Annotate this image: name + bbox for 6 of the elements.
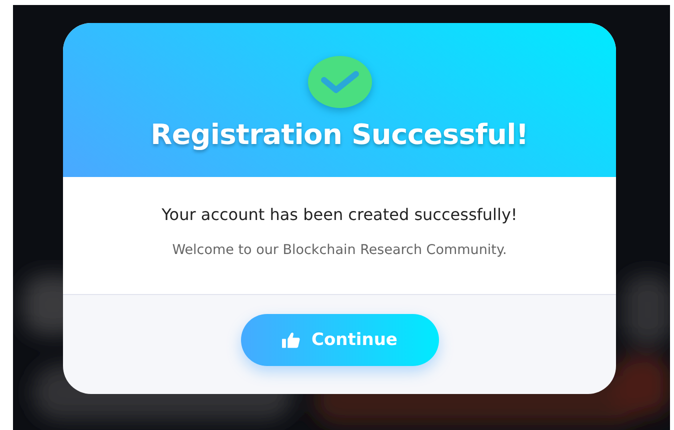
thumbs-up-icon — [282, 332, 300, 348]
success-message: Your account has been created successfully! — [162, 205, 518, 224]
welcome-text: Welcome to our Blockchain Research Community. — [172, 242, 507, 258]
dialog-title: Registration Successful! — [150, 118, 528, 151]
check-circle-icon — [308, 56, 372, 108]
continue-button[interactable]: Continue — [240, 314, 438, 366]
